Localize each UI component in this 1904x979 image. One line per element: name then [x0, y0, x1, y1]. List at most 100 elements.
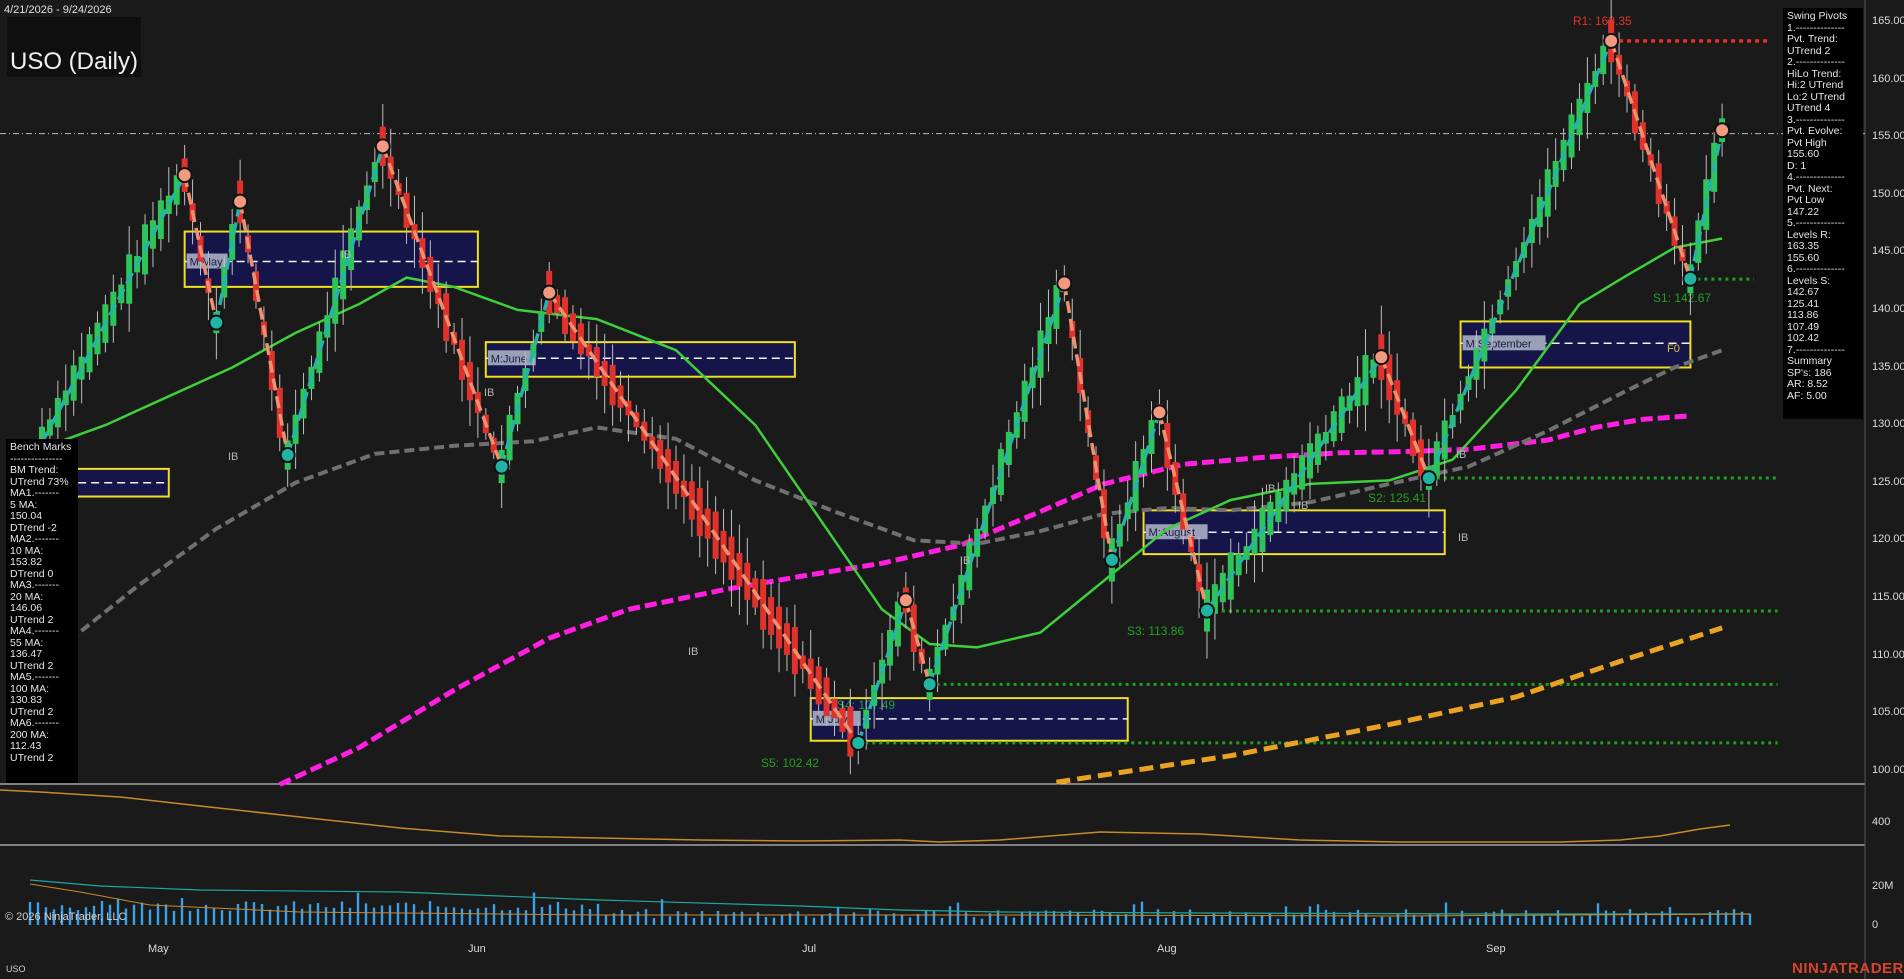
bench-panel-line: Bench Marks	[10, 441, 72, 453]
pivot-low-marker	[493, 458, 510, 475]
swing-panel-line: AR: 8.52	[1787, 378, 1828, 390]
pivot-high-marker	[232, 193, 249, 210]
candle-body	[839, 707, 846, 733]
pivot-high-marker	[1151, 404, 1168, 421]
bench-panel-line: 136.47	[10, 648, 43, 660]
bench-panel-line: BM Trend:	[10, 464, 59, 476]
benchmarks-panel: Bench Marks --------------- BM Trend: UTren…	[6, 439, 78, 783]
level-label-s1: S1: 142.67	[1653, 291, 1711, 305]
bench-panel-line: 130.83	[10, 694, 43, 706]
price-chart[interactable]: M:MayM:JuneM:JulyM:AugustM:September R1:…	[0, 0, 1904, 979]
vol-axis-label-20m: 20M	[1872, 880, 1894, 892]
price-tick-label: 120.00	[1872, 533, 1904, 546]
bench-panel-line: MA6.-------	[10, 717, 59, 729]
candle-body	[1354, 377, 1361, 407]
swing-panel-line: 6.--------------	[1787, 263, 1845, 275]
bench-panel-line: MA3.-------	[10, 579, 59, 591]
pivot-low-marker	[1198, 602, 1215, 619]
pivot-high-marker	[374, 138, 391, 155]
price-tick-label: 110.00	[1872, 648, 1904, 661]
swing-panel-line: 142.67	[1787, 286, 1820, 298]
month-tick-label: Jul	[802, 943, 817, 955]
swing-panel-line: Hi:2 UTrend	[1787, 79, 1844, 91]
bench-panel-line: MA4.-------	[10, 625, 59, 637]
price-tick-label: 115.00	[1872, 590, 1904, 603]
symbol-label: USO	[6, 964, 26, 974]
brand-logo: NINJATRADER	[1792, 960, 1904, 977]
swing-panel-line: UTrend 4	[1787, 102, 1831, 114]
pivot-low-marker	[208, 314, 225, 331]
candle-body	[768, 597, 775, 635]
pivot-low-marker	[1682, 270, 1699, 287]
swing-pivots-panel: Swing Pivots 1.-------------- Pvt. Trend: U…	[1783, 8, 1863, 419]
level-label-r1: R1: 163.35	[1573, 14, 1632, 28]
price-tick-label: 150.00	[1872, 187, 1904, 200]
candle-body	[54, 397, 61, 428]
swing-panel-line: AF: 5.00	[1787, 389, 1827, 402]
pivot-low-marker	[279, 447, 296, 464]
swing-panel-line: Summary	[1787, 355, 1832, 367]
chart-title: USO (Daily)	[10, 48, 139, 75]
osc-axis-label: 400	[1872, 816, 1891, 828]
bench-panel-line: MA1.-------	[10, 487, 59, 499]
candle-body	[1584, 82, 1591, 113]
date-range: 4/21/2026 - 9/24/2026	[4, 4, 112, 16]
candle-body	[316, 331, 323, 373]
price-tick-label: 160.00	[1872, 72, 1904, 85]
bench-panel-line: MA2.-------	[10, 533, 59, 545]
pivot-high-marker	[176, 167, 193, 184]
monthly-box-label: M:May	[190, 257, 224, 269]
price-tick-label: 125.00	[1872, 475, 1904, 488]
swing-panel-line: 113.86	[1787, 309, 1819, 321]
pivot-low-marker	[1420, 470, 1437, 487]
bench-panel-line: 153.82	[10, 556, 43, 568]
swing-panel-line: Pvt. Evolve:	[1787, 125, 1843, 137]
month-tick-label: Aug	[1157, 943, 1177, 955]
bar-annotation: IB	[1458, 532, 1468, 544]
price-tick-label: 165.00	[1872, 14, 1904, 27]
bar-annotation: IB	[341, 249, 351, 261]
swing-panel-line: 2.--------------	[1787, 56, 1845, 68]
month-tick-label: Sep	[1486, 943, 1506, 955]
price-tick-label: 135.00	[1872, 360, 1904, 373]
pivot-high-marker	[1373, 349, 1390, 366]
candle-body	[1410, 419, 1417, 456]
swing-panel-line: 102.42	[1787, 332, 1820, 344]
pivot-high-marker	[897, 592, 914, 609]
month-tick-label: Jun	[468, 943, 486, 955]
candle-body	[70, 365, 77, 401]
candle-body	[1473, 348, 1480, 380]
swing-panel-line: 163.35	[1787, 240, 1820, 252]
level-label-s2: S2: 125.41	[1368, 491, 1426, 505]
pivot-low-marker	[1103, 551, 1120, 568]
vol-axis-label-0: 0	[1872, 919, 1879, 931]
price-tick-label: 140.00	[1872, 302, 1904, 315]
candle-body	[1576, 98, 1583, 136]
copyright: © 2026 NinjaTrader, LLC	[5, 911, 127, 923]
bench-panel-line: 146.06	[10, 602, 43, 614]
bench-panel-line: 112.43	[10, 740, 42, 752]
pivot-high-marker	[541, 284, 558, 301]
candle-body	[1283, 479, 1290, 511]
level-label-s3: S3: 113.86	[1127, 624, 1184, 638]
swing-panel-line: 4.--------------	[1787, 171, 1845, 183]
bench-panel-line: MA5.-------	[10, 671, 59, 683]
swing-panel-line: 155.60	[1787, 148, 1820, 160]
price-tick-label: 145.00	[1872, 245, 1904, 258]
candle-body	[332, 277, 339, 324]
pivot-high-marker	[1056, 275, 1073, 292]
month-tick-label: May	[148, 943, 169, 955]
pivot-high-marker	[1714, 122, 1731, 139]
candle-body	[506, 414, 513, 461]
candle-body	[894, 601, 901, 647]
swing-panel-line: Swing Pivots	[1787, 10, 1848, 22]
bar-annotation: IB	[1456, 449, 1466, 461]
monthly-box-label: M:June	[491, 353, 527, 365]
bench-panel-line: UTrend 2	[10, 751, 54, 764]
bar-annotation: IB	[960, 555, 970, 567]
candle-body	[1314, 433, 1321, 465]
candle-body	[728, 536, 735, 580]
bar-annotation: IB	[228, 451, 238, 463]
price-tick-label: 100.00	[1872, 763, 1904, 776]
bar-annotation: IB	[1265, 483, 1275, 495]
